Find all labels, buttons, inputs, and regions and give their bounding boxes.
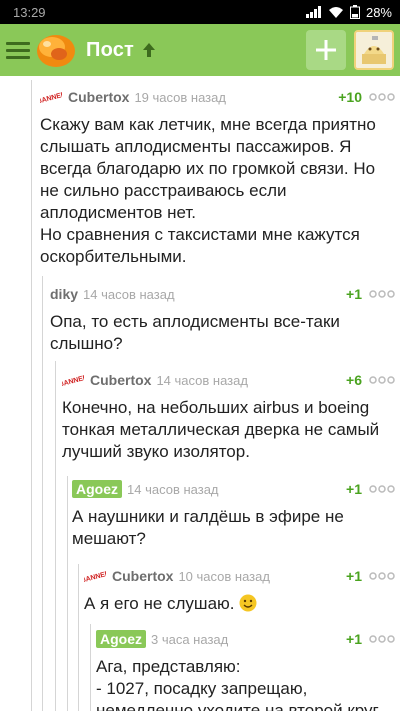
comment-text: Конечно, на небольших airbus и boeing то… [62, 398, 380, 461]
comment-author[interactable]: Agoez [96, 630, 146, 648]
banned-badge-icon: BANNED [40, 91, 62, 104]
more-options-icon[interactable] [368, 571, 396, 581]
app-bar: Пост [0, 24, 400, 76]
comment[interactable]: Agoez 3 часа назад +1 Ага, представляю: … [96, 628, 400, 711]
svg-text:BANNED: BANNED [62, 374, 84, 387]
more-options-icon[interactable] [368, 375, 396, 385]
more-options-icon[interactable] [368, 92, 396, 102]
banned-badge-icon: BANNED [84, 570, 106, 583]
comment-score: +6 [346, 372, 362, 388]
thread-line [31, 80, 32, 711]
banned-badge-icon: BANNED [62, 374, 84, 387]
comment-score: +1 [346, 568, 362, 584]
add-post-button[interactable] [306, 30, 346, 70]
more-options-icon[interactable] [368, 289, 396, 299]
thread-line [55, 361, 56, 711]
wifi-icon [328, 6, 344, 18]
svg-text:BANNED: BANNED [84, 570, 106, 583]
comment-time: 19 часов назад [134, 89, 226, 105]
comment[interactable]: BANNED Cubertox 10 часов назад +1 А я ег… [84, 565, 400, 615]
plus-icon [316, 40, 336, 60]
battery-icon [349, 5, 360, 19]
comment-score: +1 [346, 631, 362, 647]
comment-author[interactable]: Cubertox [112, 568, 173, 584]
comment-time: 14 часов назад [156, 372, 248, 388]
smile-emoji-icon [239, 594, 257, 612]
comment-text: А наушники и галдёшь в эфире не мешают? [72, 507, 344, 548]
page-title: Пост [86, 38, 135, 61]
thread-line [78, 564, 79, 711]
clock: 13:29 [13, 4, 46, 20]
comments-list: BANNED Cubertox 19 часов назад +10 Скажу… [0, 76, 400, 711]
comment[interactable]: BANNED Cubertox 14 часов назад +6 Конечн… [62, 369, 400, 463]
comment-author[interactable]: Cubertox [90, 372, 151, 388]
status-bar: 13:29 28% [0, 0, 400, 24]
comment-time: 3 часа назад [151, 631, 229, 647]
comment-text: Опа, то есть аплодисменты все-таки слышн… [50, 312, 340, 353]
comment-author[interactable]: diky [50, 286, 78, 302]
comment-score: +1 [346, 286, 362, 302]
menu-icon[interactable] [6, 38, 30, 62]
pikabu-logo[interactable] [34, 30, 78, 70]
comment-author[interactable]: Agoez [72, 480, 122, 498]
comment-text: Ага, представляю: - 1027, посадку запрещ… [96, 657, 382, 711]
comment-score: +10 [338, 89, 362, 105]
arrow-up-icon[interactable] [140, 41, 158, 59]
battery-percent: 28% [365, 4, 392, 20]
svg-text:BANNED: BANNED [40, 91, 62, 104]
comment-score: +1 [346, 481, 362, 497]
comment-time: 14 часов назад [127, 481, 219, 497]
comment-author[interactable]: Cubertox [68, 89, 129, 105]
comment-time: 14 часов назад [83, 286, 175, 302]
comment-text: Скажу вам как летчик, мне всегда приятно… [40, 115, 376, 266]
more-options-icon[interactable] [368, 484, 396, 494]
comment-text: А я его не слушаю. [84, 593, 400, 615]
comment[interactable]: Agoez 14 часов назад +1 А наушники и гал… [72, 478, 400, 550]
more-options-icon[interactable] [368, 634, 396, 644]
comment[interactable]: BANNED Cubertox 19 часов назад +10 Скажу… [40, 86, 400, 268]
thread-line [90, 624, 91, 711]
signal-icon [305, 6, 322, 18]
comment-text-body: А я его не слушаю. [84, 594, 240, 613]
thread-line [67, 476, 68, 711]
comment-time: 10 часов назад [178, 568, 270, 584]
thread-line [42, 276, 43, 711]
comment[interactable]: diky 14 часов назад +1 Опа, то есть апло… [50, 283, 400, 355]
avatar-image [356, 32, 392, 68]
user-avatar[interactable] [354, 30, 394, 70]
